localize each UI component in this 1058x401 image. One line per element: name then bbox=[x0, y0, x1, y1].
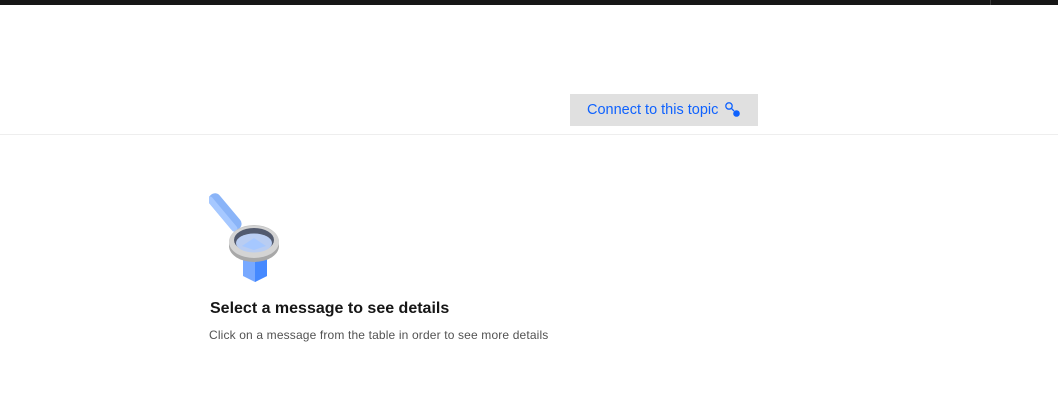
header-divider bbox=[0, 134, 1058, 135]
connect-button-label: Connect to this topic bbox=[587, 102, 719, 118]
empty-state-title: Select a message to see details bbox=[210, 300, 450, 317]
connect-icon bbox=[725, 102, 740, 117]
connect-to-topic-button[interactable]: Connect to this topic bbox=[570, 94, 758, 126]
magnifying-glass-icon bbox=[209, 193, 279, 282]
header-area bbox=[0, 5, 1058, 134]
empty-state-description: Click on a message from the table in ord… bbox=[209, 328, 549, 342]
